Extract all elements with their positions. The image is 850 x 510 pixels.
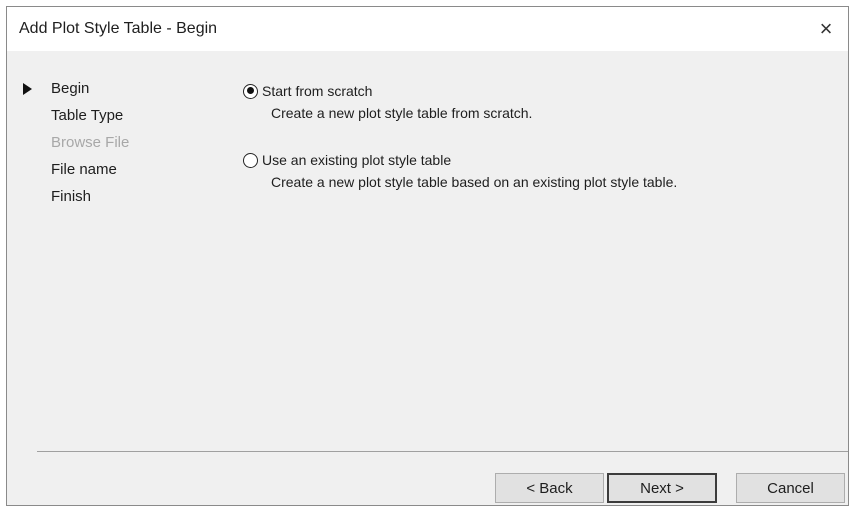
scratch-radio-row[interactable]: Start from scratch [243,83,691,99]
title-bar: Add Plot Style Table - Begin × [7,7,848,51]
step-finish: Finish [17,188,129,215]
window-title: Add Plot Style Table - Begin [19,20,218,37]
step-label: Begin [51,80,90,97]
step-label: Finish [51,188,92,205]
current-step-arrow-icon [23,83,32,95]
step-label: Table Type [51,107,124,124]
close-icon[interactable]: × [804,7,848,51]
step-table-type: Table Type [17,107,129,134]
cancel-button[interactable]: Cancel [736,473,845,503]
step-label: File name [51,161,117,178]
option-start-from-scratch: Start from scratch Create a new plot sty… [243,83,691,122]
scratch-description: Create a new plot style table from scrat… [271,105,533,121]
back-button[interactable]: < Back [495,473,604,503]
add-plot-style-table-dialog: Add Plot Style Table - Begin × Begin Tab… [6,6,849,506]
scratch-radio-button[interactable] [243,83,258,99]
next-button[interactable]: Next > [607,473,717,503]
wizard-steps: Begin Table Type Browse File File name F… [17,80,129,215]
step-file-name: File name [17,161,129,188]
existing-radio-label[interactable]: Use an existing plot style table [262,152,451,168]
scratch-radio-label[interactable]: Start from scratch [262,83,372,99]
step-browse-file: Browse File [17,134,129,161]
existing-radio-row[interactable]: Use an existing plot style table [243,152,691,168]
existing-radio-button[interactable] [243,152,258,168]
button-divider [37,451,848,452]
option-use-existing: Use an existing plot style table Create … [243,152,691,191]
step-label: Browse File [51,134,130,151]
existing-description: Create a new plot style table based on a… [271,174,678,190]
step-begin: Begin [17,80,129,107]
